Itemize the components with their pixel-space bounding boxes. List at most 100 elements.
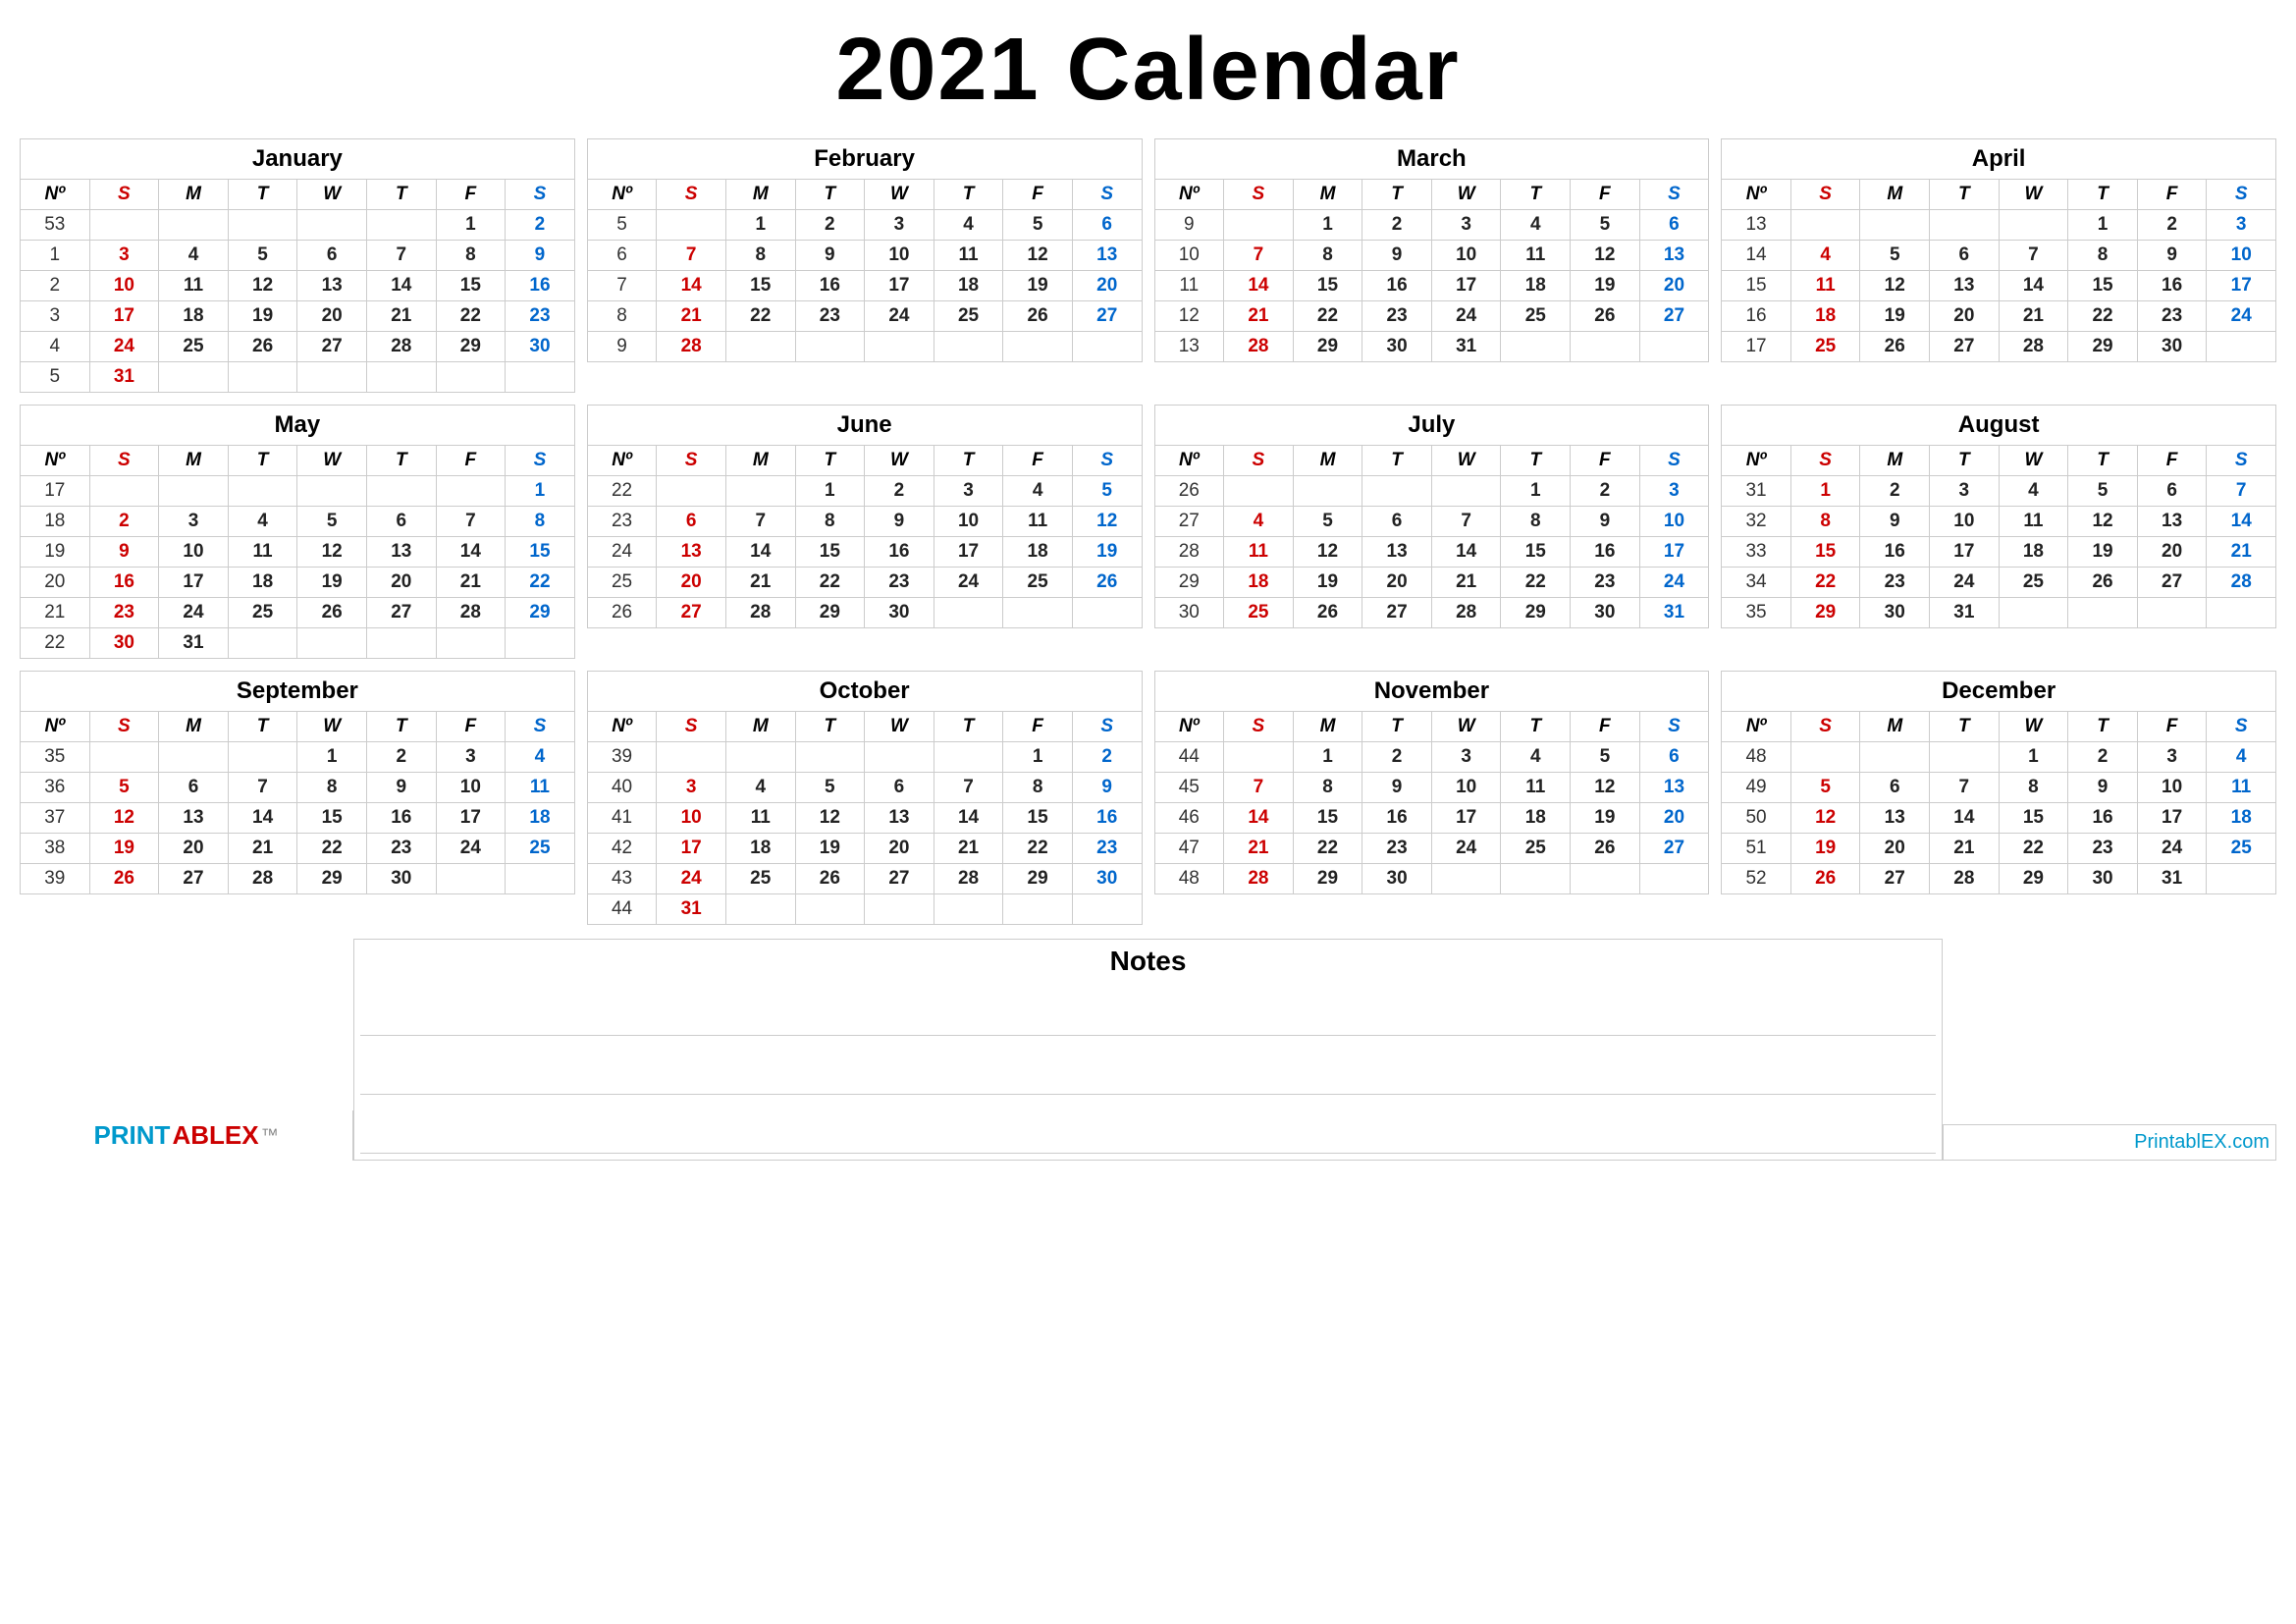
table-row: 311234567 (1722, 476, 2276, 507)
day-cell: 20 (657, 568, 726, 598)
day-cell: 20 (159, 834, 229, 864)
day-cell (865, 332, 934, 362)
day-cell: 1 (1790, 476, 1860, 507)
week-number: 2 (21, 271, 90, 301)
day-cell: 21 (1999, 301, 2068, 332)
day-cell: 19 (1571, 803, 1640, 834)
col-header-t: T (795, 446, 865, 476)
day-cell: 6 (297, 241, 367, 271)
day-cell: 27 (1072, 301, 1142, 332)
day-cell (436, 864, 506, 894)
day-cell: 4 (2207, 742, 2276, 773)
day-cell: 3 (436, 742, 506, 773)
day-cell: 12 (1790, 803, 1860, 834)
table-row: 44123456 (1154, 742, 1709, 773)
day-cell: 19 (1293, 568, 1362, 598)
table-row: 1221222324252627 (1154, 301, 1709, 332)
col-header-t: T (934, 446, 1003, 476)
day-cell: 10 (1431, 773, 1501, 803)
col-header-s: S (1224, 712, 1294, 742)
week-number: 22 (21, 628, 90, 659)
week-number: 27 (1154, 507, 1224, 537)
day-cell: 26 (297, 598, 367, 628)
day-cell: 17 (1639, 537, 1709, 568)
col-header-s: S (1639, 180, 1709, 210)
col-header-w: W (1999, 180, 2068, 210)
week-number: 22 (587, 476, 657, 507)
day-cell: 11 (506, 773, 575, 803)
day-cell (1930, 742, 2000, 773)
day-cell: 20 (297, 301, 367, 332)
col-header-w: W (1431, 180, 1501, 210)
day-cell: 23 (1571, 568, 1640, 598)
col-header-t: T (795, 712, 865, 742)
week-number: 52 (1722, 864, 1791, 894)
day-cell: 30 (1362, 332, 1432, 362)
day-cell (297, 210, 367, 241)
logo-ablex: ABLEX (172, 1120, 258, 1151)
day-cell: 18 (725, 834, 795, 864)
day-cell: 28 (2207, 568, 2276, 598)
col-header-s: S (506, 180, 575, 210)
day-cell: 5 (1860, 241, 1930, 271)
day-cell: 17 (2137, 803, 2207, 834)
day-cell: 6 (2137, 476, 2207, 507)
day-cell: 10 (2137, 773, 2207, 803)
week-number: 33 (1722, 537, 1791, 568)
day-cell: 4 (934, 210, 1003, 241)
day-cell: 17 (657, 834, 726, 864)
day-cell: 5 (1790, 773, 1860, 803)
month-name: September (21, 672, 575, 712)
day-cell (228, 628, 297, 659)
col-header-s: S (1072, 712, 1142, 742)
day-cell: 15 (1790, 537, 1860, 568)
day-cell: 13 (159, 803, 229, 834)
week-number: 26 (1154, 476, 1224, 507)
week-number: 6 (587, 241, 657, 271)
week-number: 46 (1154, 803, 1224, 834)
logo-print: PRINT (93, 1120, 170, 1151)
day-cell: 16 (506, 271, 575, 301)
week-number: 20 (21, 568, 90, 598)
col-header-m: M (1293, 712, 1362, 742)
day-cell (934, 742, 1003, 773)
table-row: 5312 (21, 210, 575, 241)
notes-label-area: Notes (353, 939, 1943, 1161)
table-row: 5123456 (587, 210, 1142, 241)
col-header-t: T (1930, 446, 2000, 476)
day-cell: 23 (2137, 301, 2207, 332)
table-row: 2627282930 (587, 598, 1142, 628)
day-cell: 2 (1571, 476, 1640, 507)
day-cell: 18 (506, 803, 575, 834)
day-cell: 16 (1860, 537, 1930, 568)
day-cell: 10 (1431, 241, 1501, 271)
day-cell (1072, 598, 1142, 628)
col-header-f: F (1571, 446, 1640, 476)
month-december: DecemberNºSMTWTFS48123449567891011501213… (1721, 671, 2276, 925)
day-cell (1930, 210, 2000, 241)
day-cell: 21 (725, 568, 795, 598)
day-cell: 8 (1999, 773, 2068, 803)
table-row: 17252627282930 (1722, 332, 2276, 362)
day-cell: 11 (725, 803, 795, 834)
month-january: JanuaryNºSMTWTFS531213456789210111213141… (20, 138, 575, 393)
day-cell (2207, 864, 2276, 894)
week-number: 10 (1154, 241, 1224, 271)
day-cell: 13 (2137, 507, 2207, 537)
day-cell (795, 742, 865, 773)
day-cell: 30 (1860, 598, 1930, 628)
day-cell (228, 742, 297, 773)
day-cell: 19 (795, 834, 865, 864)
week-number: 8 (587, 301, 657, 332)
day-cell: 18 (934, 271, 1003, 301)
col-header-m: M (1860, 180, 1930, 210)
col-header-m: M (1293, 180, 1362, 210)
day-cell: 16 (89, 568, 159, 598)
month-table-june: JuneNºSMTWTFS221234523678910111224131415… (587, 405, 1143, 628)
month-table-july: JulyNºSMTWTFS261232745678910281112131415… (1154, 405, 1710, 628)
day-cell: 30 (865, 598, 934, 628)
day-cell: 28 (1930, 864, 2000, 894)
day-cell: 8 (297, 773, 367, 803)
day-cell: 2 (1072, 742, 1142, 773)
day-cell (1790, 742, 1860, 773)
